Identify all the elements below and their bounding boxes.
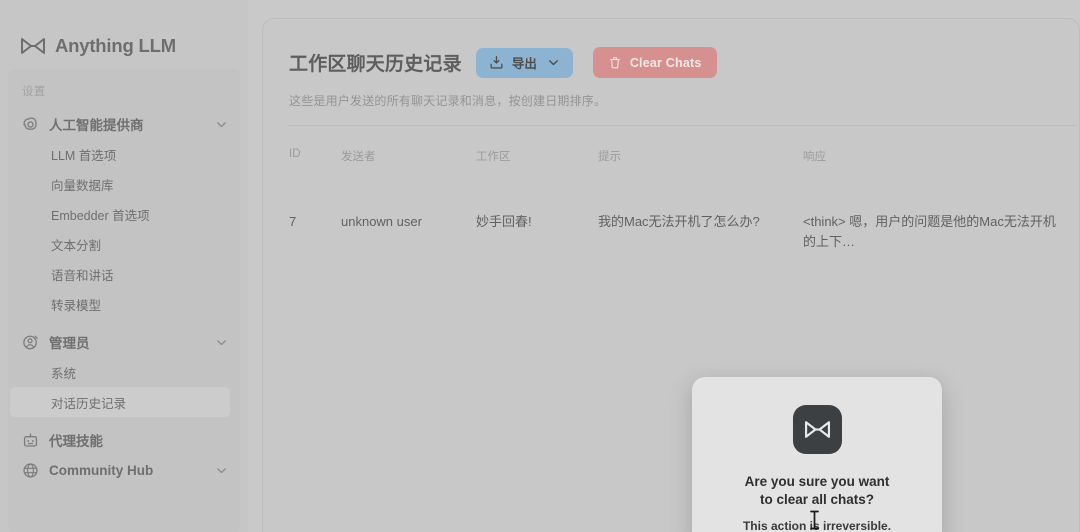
sidebar-section-caption: 设置: [22, 86, 46, 98]
sidebar-item-label: 代理技能: [49, 434, 103, 449]
sidebar: Anything LLM 设置 人工智能提供商 LLM 首选项 向量数据库 Em…: [0, 0, 248, 532]
cell-workspace: 妙手回春!: [476, 214, 532, 229]
trash-icon: [608, 56, 622, 70]
anythingllm-app-icon: [792, 405, 842, 454]
brand-logo[interactable]: Anything LLM: [0, 0, 248, 66]
sidebar-item-system[interactable]: 系统: [8, 357, 240, 387]
page-header: 工作区聊天历史记录 导出 Clear Chats: [289, 47, 1079, 78]
modal-subtitle: This action is irreversible.: [742, 519, 892, 532]
gear-icon: [22, 116, 39, 133]
cell-response: <think> 嗯，用户的问题是他的Mac无法开机 的上下…: [803, 214, 1056, 249]
column-header-sender: 发送者: [341, 151, 376, 163]
sidebar-item-community-hub[interactable]: Community Hub: [8, 455, 240, 485]
page-title: 工作区聊天历史记录: [289, 54, 462, 75]
chat-history-table: ID 发送者 工作区 提示 响应 7 unknown user 妙手回春! 我的…: [289, 148, 1079, 252]
globe-icon: [22, 462, 39, 479]
cell-prompt: 我的Mac无法开机了怎么办?: [598, 214, 760, 229]
clear-chats-confirm-modal: Are you sure you want to clear all chats…: [692, 377, 942, 532]
page-description: 这些是用户发送的所有聊天记录和消息，按创建日期排序。: [289, 94, 607, 108]
user-circle-icon: [22, 334, 39, 351]
sidebar-item-agent-skills[interactable]: 代理技能: [8, 425, 240, 455]
sidebar-group-admin[interactable]: 管理员: [8, 327, 240, 357]
sidebar-group-label: 管理员: [49, 336, 90, 351]
brand-name: Anything LLM: [55, 35, 176, 56]
sidebar-item-vector-database[interactable]: 向量数据库: [8, 169, 240, 199]
export-button-label: 导出: [511, 57, 537, 71]
table-row[interactable]: 7 unknown user 妙手回春! 我的Mac无法开机了怎么办? <thi…: [289, 170, 1079, 252]
clear-chats-button[interactable]: Clear Chats: [592, 47, 717, 78]
main-content: 工作区聊天历史记录 导出 Clear Chats 这些是用户发送的所有聊天记录和…: [248, 0, 1080, 532]
sidebar-item-voice-speech[interactable]: 语音和讲话: [8, 259, 240, 289]
cell-id: 7: [289, 214, 297, 229]
export-download-icon: [489, 55, 504, 70]
sidebar-item-embedder-preference[interactable]: Embedder 首选项: [8, 199, 240, 229]
sidebar-group-ai-providers[interactable]: 人工智能提供商: [8, 109, 240, 139]
column-header-workspace: 工作区: [476, 151, 511, 163]
chevron-down-icon: [215, 464, 228, 477]
table-header-row: ID 发送者 工作区 提示 响应: [289, 148, 1079, 170]
header-divider: [287, 125, 1077, 126]
anythingllm-logo-icon: [20, 37, 46, 55]
sidebar-panel: 设置 人工智能提供商 LLM 首选项 向量数据库 Embedder 首选项 文本…: [8, 69, 240, 532]
sidebar-item-label: Community Hub: [49, 462, 154, 478]
chevron-down-icon: [215, 336, 228, 349]
column-header-id: ID: [289, 148, 301, 160]
sidebar-item-llm-preference[interactable]: LLM 首选项: [8, 139, 240, 169]
export-button[interactable]: 导出: [475, 47, 573, 78]
modal-title: Are you sure you want to clear all chats…: [744, 474, 890, 507]
settings-card: 工作区聊天历史记录 导出 Clear Chats 这些是用户发送的所有聊天记录和…: [262, 18, 1080, 532]
chevron-down-icon: [547, 56, 560, 69]
sidebar-item-transcription-model[interactable]: 转录模型: [8, 289, 240, 319]
sidebar-group-label: 人工智能提供商: [49, 118, 144, 133]
app-window: Anything LLM 设置 人工智能提供商 LLM 首选项 向量数据库 Em…: [0, 0, 1080, 532]
cell-sender: unknown user: [341, 214, 422, 229]
sidebar-item-text-splitter[interactable]: 文本分割: [8, 229, 240, 259]
column-header-prompt: 提示: [598, 151, 621, 163]
sidebar-item-chat-history[interactable]: 对话历史记录: [10, 387, 230, 417]
clear-chats-button-label: Clear Chats: [629, 55, 702, 70]
chevron-down-icon: [215, 118, 228, 131]
robot-icon: [22, 432, 39, 449]
column-header-response: 响应: [803, 151, 826, 163]
